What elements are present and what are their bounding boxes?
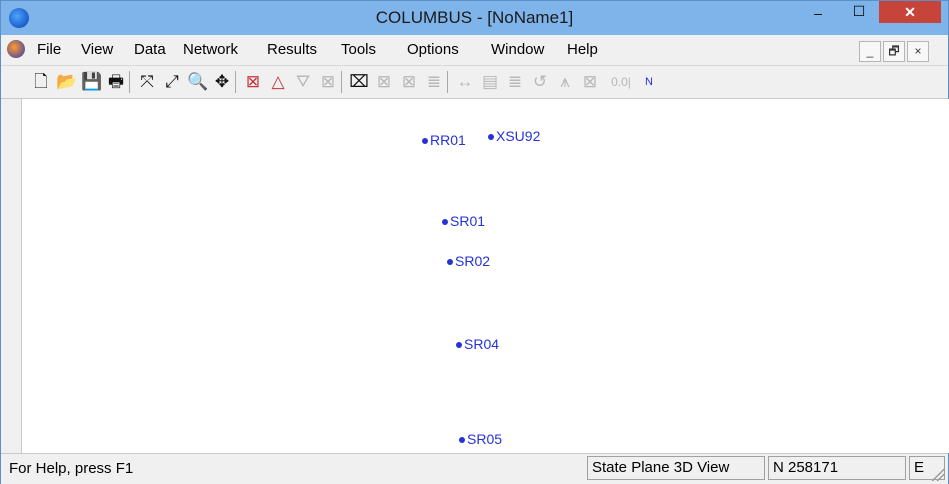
left-margin — [1, 99, 21, 453]
station-label: SR01 — [450, 213, 486, 229]
mdi-minimize-button[interactable]: _ — [859, 41, 881, 62]
station-point[interactable]: SR01 — [442, 213, 485, 229]
menu-options[interactable]: Options — [407, 41, 459, 58]
toolbar-separator — [129, 71, 130, 93]
station-label: XSU92 — [496, 128, 541, 144]
zoom-in-icon[interactable]: ⤢ — [162, 72, 182, 92]
menu-file[interactable]: File — [37, 41, 61, 58]
dotted-triangle-icon[interactable]: ⛛ — [293, 72, 313, 92]
station-point[interactable]: SR04 — [456, 336, 499, 352]
traverse-icon[interactable]: ⊠ — [243, 72, 263, 92]
menu-window[interactable]: Window — [491, 41, 544, 58]
station-marker-icon — [447, 259, 453, 266]
new-file-icon[interactable]: 🗋 — [31, 72, 51, 92]
box-x-3-icon[interactable]: ⊠ — [399, 72, 419, 92]
station-label: SR02 — [455, 253, 491, 269]
menu-help[interactable]: Help — [567, 41, 598, 58]
menu-tools[interactable]: Tools — [341, 41, 376, 58]
box-x-4-icon[interactable]: ⊠ — [580, 72, 600, 92]
mdi-close-button[interactable]: × — [907, 41, 929, 62]
toolbar: 🗋 📂 💾 🖶 ⤧ ⤢ 🔍 ✥ ⊠ △ ⛛ ⊠ ⌧ ⊠ ⊠ ≣ ↔ ▤ ≣ ↺ … — [1, 66, 948, 99]
app-window: COLUMBUS - [NoName1] – ☐ ✕ File View Dat… — [0, 0, 949, 484]
cycle-icon[interactable]: ↺ — [530, 72, 550, 92]
resize-grip-icon[interactable] — [930, 467, 944, 481]
station-label: SR05 — [467, 431, 503, 447]
station-label: SR04 — [464, 336, 500, 352]
title-bar[interactable]: COLUMBUS - [NoName1] – ☐ ✕ — [1, 1, 948, 35]
station-marker-icon — [488, 134, 494, 141]
status-north-pane: N 258171 — [768, 456, 906, 480]
precision-display[interactable]: 0.0| — [605, 72, 637, 92]
save-icon[interactable]: 💾 — [81, 72, 102, 92]
pan-icon[interactable]: ✥ — [212, 72, 232, 92]
list-icon[interactable]: ▤ — [480, 72, 500, 92]
minimize-button[interactable]: – — [798, 5, 838, 27]
zoom-window-icon[interactable]: 🔍 — [187, 72, 208, 92]
station-marker-icon — [442, 219, 448, 226]
document-icon[interactable] — [7, 40, 25, 58]
print-icon[interactable]: 🖶 — [106, 72, 126, 92]
station-point[interactable]: RR01 — [422, 132, 466, 148]
zoom-extents-icon[interactable]: ⤧ — [137, 72, 157, 92]
north-arrow-icon[interactable]: N — [639, 72, 659, 92]
close-button[interactable]: ✕ — [879, 1, 941, 23]
menu-results[interactable]: Results — [267, 41, 317, 58]
station-point[interactable]: SR02 — [447, 253, 490, 269]
open-folder-icon[interactable]: 📂 — [56, 72, 77, 92]
network-canvas[interactable]: RR01 XSU92 SR01 SR02 SR04 SR05 — [21, 99, 949, 453]
stack-2-icon[interactable]: ≣ — [505, 72, 525, 92]
maximize-button[interactable]: ☐ — [839, 3, 879, 25]
arrows-icon[interactable]: ↔ — [455, 72, 475, 92]
triangle-icon[interactable]: △ — [268, 72, 288, 92]
stack-icon[interactable]: ≣ — [424, 72, 444, 92]
mdi-restore-button[interactable]: 🗗 — [883, 41, 905, 62]
toolbar-separator — [235, 71, 236, 93]
station-marker-icon — [422, 138, 428, 145]
status-view-pane: State Plane 3D View — [587, 456, 765, 480]
station-label: RR01 — [430, 132, 466, 148]
status-bar: For Help, press F1 State Plane 3D View N… — [1, 453, 948, 484]
status-help-text: For Help, press F1 — [9, 460, 134, 477]
station-point[interactable]: XSU92 — [488, 128, 540, 144]
station-marker-icon — [459, 437, 465, 444]
toolbar-separator — [447, 71, 448, 93]
menu-view[interactable]: View — [81, 41, 113, 58]
box-x-icon[interactable]: ⊠ — [318, 72, 338, 92]
network-adjust-icon[interactable]: ⌧ — [349, 72, 369, 92]
box-x-2-icon[interactable]: ⊠ — [374, 72, 394, 92]
menu-data[interactable]: Data — [134, 41, 166, 58]
station-marker-icon — [456, 342, 462, 349]
menu-network[interactable]: Network — [183, 41, 238, 58]
station-point[interactable]: SR05 — [459, 431, 502, 447]
tripod-icon[interactable]: ⩚ — [555, 72, 575, 92]
toolbar-separator — [341, 71, 342, 93]
menu-bar: File View Data Network Results Tools Opt… — [1, 35, 948, 66]
